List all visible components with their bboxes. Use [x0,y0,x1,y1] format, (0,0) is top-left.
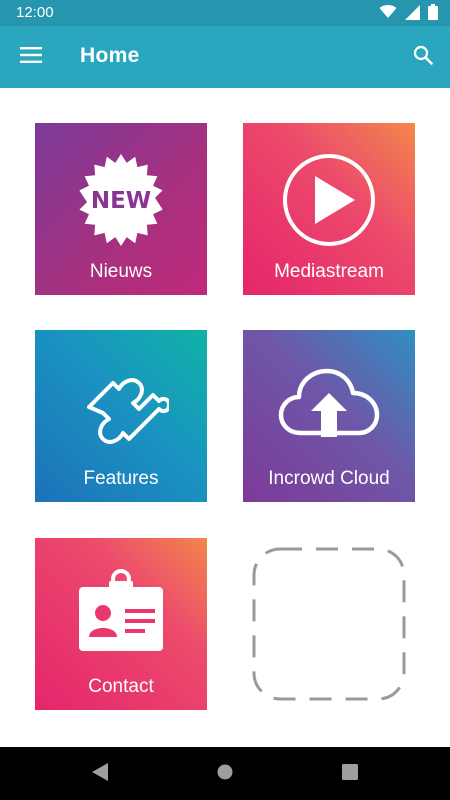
cloud-upload-icon [243,352,415,462]
tile-mediastream[interactable]: Mediastream [243,123,415,295]
status-time: 12:00 [16,4,54,21]
tile-nieuws[interactable]: NEW Nieuws [35,123,207,295]
new-badge-text: NEW [91,188,151,214]
tile-features[interactable]: Features [35,330,207,502]
contact-card-icon [35,560,207,670]
tile-label-contact: Contact [88,676,154,697]
add-tile-placeholder[interactable] [252,547,406,701]
search-icon [413,45,433,70]
new-badge-svg: NEW [79,154,163,246]
search-button[interactable] [404,38,442,76]
new-badge-icon: NEW [35,145,207,255]
puzzle-piece-icon [35,352,207,462]
menu-button[interactable] [12,38,50,76]
back-button[interactable] [86,760,114,788]
signal-icon [405,4,420,25]
tile-label-mediastream: Mediastream [274,261,384,282]
wifi-icon [379,5,397,24]
tile-label-features: Features [83,468,159,489]
home-icon [217,764,233,785]
recents-icon [342,763,358,785]
status-icons [379,4,438,25]
tile-label-incrowd-cloud: Incrowd Cloud [268,468,390,489]
battery-icon [428,4,438,25]
hamburger-menu-icon [20,46,42,68]
app-bar: Home [0,26,450,88]
tile-label-nieuws: Nieuws [89,261,153,282]
tile-contact[interactable]: Contact [35,538,207,710]
page-title: Home [80,44,140,67]
status-bar: 12:00 [0,0,450,26]
back-icon [92,762,108,786]
recents-button[interactable] [336,760,364,788]
navigation-bar [0,747,450,800]
home-button[interactable] [211,760,239,788]
tile-incrowd-cloud[interactable]: Incrowd Cloud [243,330,415,502]
play-icon [243,145,415,255]
